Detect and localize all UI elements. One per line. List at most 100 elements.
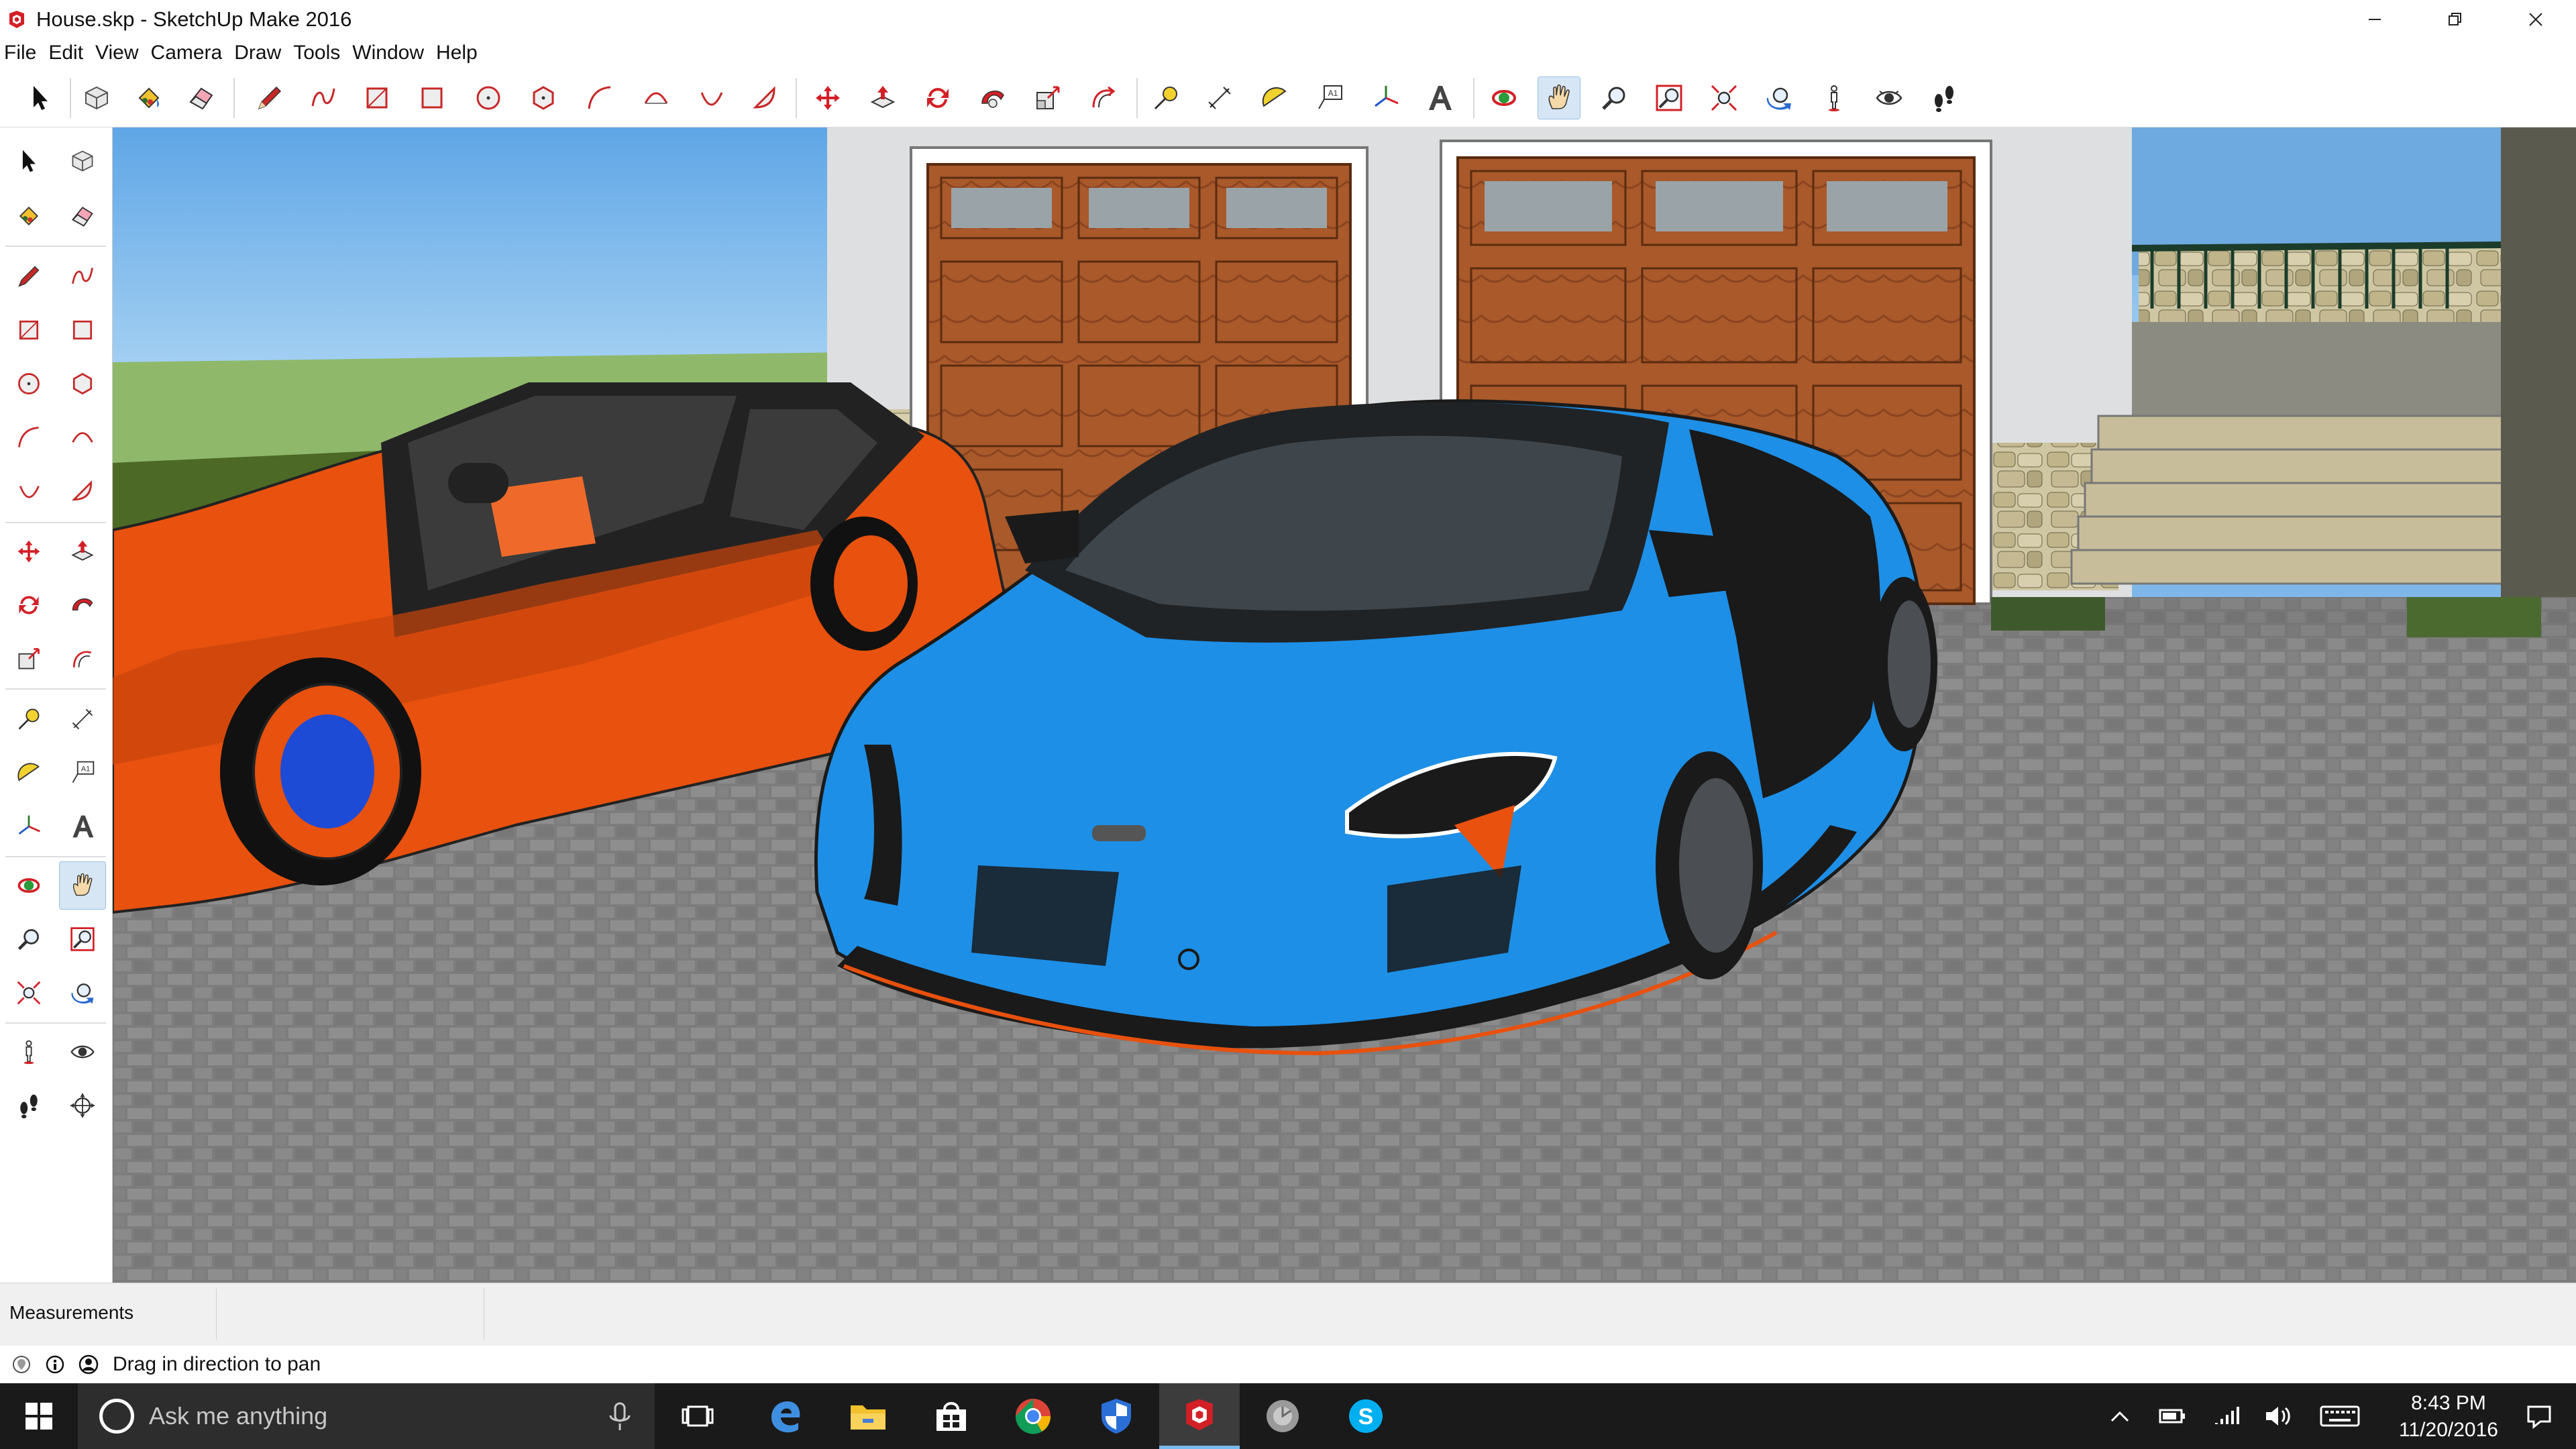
user-account-icon[interactable] [76,1352,101,1377]
freehand-tool-button[interactable] [302,76,345,119]
generic-app-button[interactable] [1242,1383,1323,1449]
walk-tool-button[interactable] [1923,76,1966,119]
left-select-tool-button[interactable] [5,137,52,185]
left-previous-view-button[interactable] [59,969,106,1017]
volume-tray-button[interactable] [2258,1383,2298,1449]
menu-file[interactable]: File [4,42,36,64]
menu-camera[interactable]: Camera [151,42,223,64]
left-paint-bucket-button[interactable] [5,192,52,240]
two-point-arc-tool-button[interactable] [635,76,678,119]
circle-tool-button[interactable] [467,76,510,119]
cortana-search-box[interactable]: Ask me anything [78,1383,655,1449]
left-follow-me-tool-button[interactable] [59,581,106,629]
rotated-rectangle-tool-button[interactable] [411,76,453,119]
start-button[interactable] [0,1383,78,1449]
three-point-arc-tool-button[interactable] [690,76,733,119]
dimension-tool-button[interactable] [1198,76,1241,119]
left-arc-tool-button[interactable] [5,413,52,462]
left-3d-text-button[interactable] [59,802,106,851]
left-section-plane-button[interactable] [59,1081,106,1130]
battery-tray-button[interactable] [2152,1383,2192,1449]
defender-app-button[interactable] [1076,1383,1157,1449]
zoom-tool-button[interactable] [1593,76,1635,119]
credits-info-icon[interactable] [43,1352,67,1377]
line-tool-button[interactable] [248,76,291,119]
left-move-tool-button[interactable] [5,527,52,576]
zoom-window-tool-button[interactable] [1648,76,1690,119]
left-freehand-tool-button[interactable] [59,252,106,301]
left-offset-tool-button[interactable] [59,635,106,683]
left-rectangle-tool-button[interactable] [5,306,52,354]
model-viewport[interactable] [113,127,2576,1283]
arc-tool-button[interactable] [578,76,621,119]
left-make-component-button[interactable] [59,137,106,185]
task-view-button[interactable] [657,1383,738,1449]
polygon-tool-button[interactable] [522,76,565,119]
tape-measure-tool-button[interactable] [1144,76,1187,119]
offset-tool-button[interactable] [1081,76,1124,119]
menu-draw[interactable]: Draw [234,42,281,64]
scale-tool-button[interactable] [1026,76,1069,119]
rectangle-tool-button[interactable] [356,76,398,119]
left-position-camera-button[interactable] [5,1028,52,1076]
make-component-button[interactable] [75,76,118,119]
select-tool-button[interactable] [19,76,62,119]
left-circle-tool-button[interactable] [5,360,52,408]
pan-tool-button[interactable] [1538,76,1580,119]
push-pull-tool-button[interactable] [861,76,904,119]
measurements-input[interactable] [216,1289,484,1340]
menu-view[interactable]: View [95,42,138,64]
left-tape-measure-button[interactable] [5,695,52,743]
left-dimension-button[interactable] [59,695,106,743]
previous-view-button[interactable] [1758,76,1801,119]
left-text-tool-button[interactable]: A1 [59,749,106,797]
zoom-extents-tool-button[interactable] [1703,76,1746,119]
left-axes-button[interactable] [5,802,52,851]
text-tool-button[interactable]: A1 [1308,76,1351,119]
left-two-point-arc-button[interactable] [59,413,106,462]
left-rotated-rectangle-button[interactable] [59,306,106,354]
left-eraser-button[interactable] [59,192,106,240]
left-protractor-button[interactable] [5,749,52,797]
menu-window[interactable]: Window [352,42,424,64]
look-around-button[interactable] [1868,76,1911,119]
skype-app-button[interactable]: S [1326,1383,1406,1449]
rotate-tool-button[interactable] [916,76,959,119]
position-camera-button[interactable] [1813,76,1856,119]
left-push-pull-tool-button[interactable] [59,527,106,576]
left-three-point-arc-button[interactable] [5,467,52,515]
3d-text-tool-button[interactable] [1418,76,1461,119]
left-zoom-window-button[interactable] [59,915,106,963]
follow-me-tool-button[interactable] [971,76,1014,119]
axes-tool-button[interactable] [1364,76,1407,119]
sketchup-app-button[interactable] [1159,1383,1240,1449]
touch-keyboard-button[interactable] [2313,1383,2367,1449]
left-look-around-button[interactable] [59,1028,106,1076]
store-app-button[interactable] [911,1383,991,1449]
left-zoom-button[interactable] [5,915,52,963]
show-hidden-icons-button[interactable] [2100,1383,2140,1449]
restore-button[interactable] [2415,0,2496,39]
left-rotate-tool-button[interactable] [5,581,52,629]
network-tray-button[interactable] [2207,1383,2247,1449]
menu-help[interactable]: Help [436,42,478,64]
move-tool-button[interactable] [806,76,849,119]
protractor-tool-button[interactable] [1253,76,1296,119]
left-scale-tool-button[interactable] [5,635,52,683]
left-zoom-extents-button[interactable] [5,969,52,1017]
left-pan-button[interactable] [59,861,106,910]
minimize-button[interactable] [2334,0,2415,39]
left-orbit-button[interactable] [5,861,52,910]
edge-app-button[interactable] [745,1383,825,1449]
left-pie-tool-button[interactable] [59,467,106,515]
action-center-button[interactable] [2516,1383,2563,1449]
left-polygon-tool-button[interactable] [59,360,106,408]
paint-bucket-button[interactable] [127,76,170,119]
menu-tools[interactable]: Tools [293,42,340,64]
eraser-button[interactable] [180,76,223,119]
left-line-tool-button[interactable] [5,252,52,301]
system-clock[interactable]: 8:43 PM 11/20/2016 [2388,1390,2509,1444]
orbit-tool-button[interactable] [1483,76,1525,119]
microphone-icon[interactable] [605,1401,635,1433]
chrome-app-button[interactable] [993,1383,1073,1449]
